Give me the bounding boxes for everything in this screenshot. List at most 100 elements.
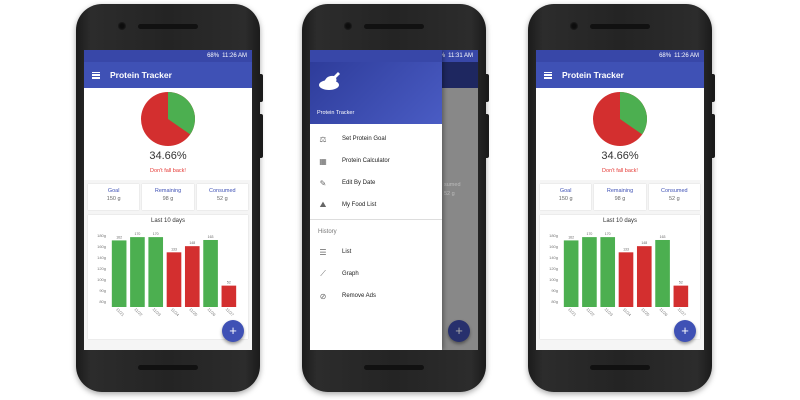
- consumed-card[interactable]: Consumed 52 g: [648, 184, 700, 210]
- menu-edit-by-date[interactable]: ✎ Edit By Date: [310, 172, 442, 194]
- phone-frame-right: 68% 11:26 AM Protein Tracker 34.66% Don'…: [528, 4, 715, 392]
- goal-label: Goal: [559, 188, 572, 194]
- bar-value-label: 163: [660, 235, 666, 239]
- bar: [600, 237, 616, 307]
- remaining-card[interactable]: Remaining 98 g: [142, 184, 194, 210]
- camera: [118, 22, 126, 30]
- progress-percent: 34.66%: [601, 150, 639, 162]
- clock: 11:26 AM: [674, 53, 699, 59]
- bar-value-label: 163: [208, 235, 214, 239]
- menu-remove-ads[interactable]: ⊘ Remove Ads: [310, 285, 442, 307]
- bar-value-label: 148: [189, 241, 195, 245]
- consumed-card[interactable]: Consumed 52 g: [196, 184, 248, 210]
- x-tick-label: 11/24: [170, 307, 181, 318]
- consumed-value: 52 g: [668, 196, 680, 202]
- menu-label: List: [342, 249, 352, 255]
- bar: [111, 240, 127, 307]
- x-tick-label: 11/23: [152, 307, 163, 318]
- bar: [636, 246, 652, 307]
- x-tick-label: 11/22: [133, 307, 144, 318]
- screenshot-stage: 68% 11:26 AM Protein Tracker 34.66% Don'…: [0, 0, 800, 400]
- scale-icon: ⚖: [319, 134, 327, 144]
- drawer-header: Protein Tracker: [310, 62, 442, 124]
- stats-row: Goal 150 g Remaining 98 g Consumed 52 g: [536, 184, 704, 210]
- drawer-app-name: Protein Tracker: [317, 110, 355, 116]
- menu-label: Graph: [342, 271, 359, 277]
- clock: 11:26 AM: [222, 53, 247, 59]
- history-chart-card: Last 10 days 80g 90g 100g 120g 140g 160g 180g 1…: [88, 215, 248, 339]
- bar-value-label: 52: [227, 281, 231, 285]
- menu-label: My Food List: [342, 202, 377, 208]
- y-tick-label: 140g: [97, 255, 106, 260]
- progress-card: 34.66% Don't fall back!: [84, 88, 252, 180]
- app-logo-icon: [319, 72, 340, 90]
- status-bar: 68% 11:26 AM: [536, 50, 704, 62]
- history-chart-card: Last 10 days 80g 90g 100g 120g 140g 160g 180g 1…: [540, 215, 700, 339]
- landscape-icon: ⛰: [319, 200, 327, 209]
- remaining-value: 98 g: [614, 196, 626, 202]
- status-bar: 68% 11:26 AM: [84, 50, 252, 62]
- background-app-bar: [442, 62, 478, 88]
- app-screen: 68% 11:26 AM Protein Tracker 34.66% Don'…: [536, 50, 704, 350]
- bar: [184, 246, 200, 307]
- add-entry-button[interactable]: +: [222, 320, 244, 342]
- menu-label: Edit By Date: [342, 180, 376, 186]
- bar: [618, 252, 634, 307]
- progress-pie-chart: [141, 92, 195, 146]
- consumed-label: Consumed: [661, 188, 688, 194]
- menu-icon[interactable]: [92, 71, 100, 79]
- goal-label: Goal: [107, 188, 120, 194]
- x-tick-label: 11/25: [188, 307, 199, 318]
- bar: [221, 285, 237, 307]
- remaining-card[interactable]: Remaining 98 g: [594, 184, 646, 210]
- bottom-speaker: [138, 365, 198, 370]
- app-title: Protein Tracker: [562, 70, 624, 80]
- bar: [655, 239, 670, 307]
- clock: 11:31 AM: [448, 53, 473, 59]
- y-tick-label: 80g: [551, 299, 558, 304]
- bar-value-label: 52: [679, 281, 683, 285]
- stats-row: Goal 150 g Remaining 98 g Consumed 52 g: [84, 184, 252, 210]
- bar: [563, 240, 579, 307]
- background-consumed-value: 52 g: [444, 191, 455, 197]
- bar: [673, 285, 689, 307]
- menu-label: Set Protein Goal: [342, 136, 387, 142]
- background-consumed-label: sumed: [444, 182, 461, 188]
- bar: [148, 237, 164, 307]
- chart-title: Last 10 days: [602, 218, 638, 224]
- x-tick-label: 11/26: [206, 307, 217, 318]
- goal-value: 150 g: [106, 196, 121, 202]
- drawer-menu: ⚖ Set Protein Goal ▦ Protein Calculator …: [310, 124, 442, 307]
- menu-history-graph[interactable]: ⟋ Graph: [310, 263, 442, 285]
- graph-icon: ⟋: [320, 269, 326, 278]
- menu-label: Protein Calculator: [342, 158, 390, 164]
- x-tick-label: 11/27: [225, 307, 236, 318]
- remaining-value: 98 g: [162, 196, 174, 202]
- progress-card: 34.66% Don't fall back!: [536, 88, 704, 180]
- x-tick-label: 11/27: [677, 307, 688, 318]
- y-tick-label: 100g: [549, 277, 558, 282]
- goal-card[interactable]: Goal 150 g: [540, 184, 592, 210]
- drawer-divider: [310, 219, 442, 220]
- phone-frame-center: ▣ 68% 11:31 AM sumed 52 g + Protein Trac…: [302, 4, 489, 392]
- goal-value: 150 g: [558, 196, 573, 202]
- y-tick-label: 120g: [97, 266, 106, 271]
- x-tick-label: 11/22: [585, 307, 596, 318]
- menu-set-protein-goal[interactable]: ⚖ Set Protein Goal: [310, 128, 442, 150]
- bar-value-label: 133: [171, 247, 177, 251]
- bar-value-label: 162: [116, 235, 122, 239]
- menu-icon[interactable]: [544, 71, 552, 79]
- y-tick-label: 80g: [99, 299, 106, 304]
- background-app: [442, 62, 478, 350]
- add-entry-button[interactable]: +: [674, 320, 696, 342]
- app-bar: Protein Tracker: [536, 62, 704, 88]
- main-content: 34.66% Don't fall back! Goal 150 g Remai…: [536, 88, 704, 350]
- bar: [130, 237, 145, 307]
- menu-protein-calculator[interactable]: ▦ Protein Calculator: [310, 150, 442, 172]
- y-tick-label: 100g: [97, 277, 106, 282]
- menu-history-list[interactable]: ☰ List: [310, 241, 442, 263]
- x-tick-label: 11/25: [640, 307, 651, 318]
- goal-card[interactable]: Goal 150 g: [88, 184, 140, 210]
- bar-value-label: 170: [153, 232, 159, 236]
- menu-my-food-list[interactable]: ⛰ My Food List: [310, 194, 442, 216]
